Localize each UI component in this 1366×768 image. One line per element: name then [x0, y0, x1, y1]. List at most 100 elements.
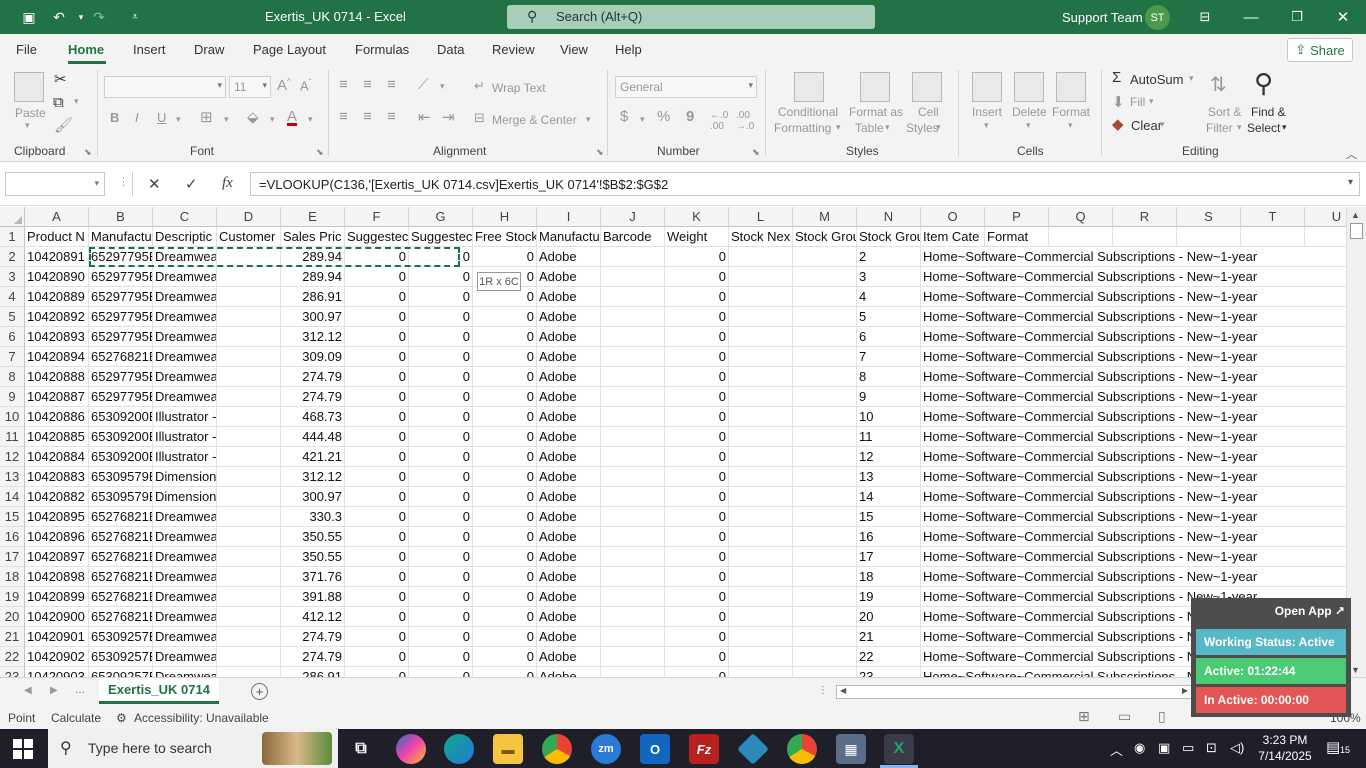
- table-cell[interactable]: 10420887: [25, 387, 89, 407]
- table-cell[interactable]: 0: [409, 247, 473, 267]
- empty-cell[interactable]: [1241, 227, 1305, 247]
- empty-cell[interactable]: [217, 487, 281, 507]
- empty-cell[interactable]: [793, 327, 857, 347]
- table-cell[interactable]: 0: [345, 287, 409, 307]
- table-cell[interactable]: Dreamweaver Ent 12: [153, 567, 217, 587]
- insert-cells-icon[interactable]: [972, 72, 1002, 102]
- table-cell[interactable]: Home~Software~Commercial Subscriptions -…: [921, 287, 1257, 307]
- table-cell[interactable]: 10420896: [25, 527, 89, 547]
- scroll-left-icon[interactable]: ◀: [840, 686, 846, 695]
- sort-filter-label-1[interactable]: Sort &: [1208, 105, 1241, 119]
- table-cell[interactable]: 371.76: [281, 567, 345, 587]
- table-cell[interactable]: 0: [473, 467, 537, 487]
- sheet-options-icon[interactable]: …: [75, 685, 85, 696]
- paste-label[interactable]: Paste: [15, 106, 46, 120]
- number-format-box[interactable]: General ▾: [615, 76, 757, 98]
- sort-filter-label-2[interactable]: Filter: [1206, 121, 1233, 135]
- table-cell[interactable]: 65297795E: [89, 307, 153, 327]
- table-cell[interactable]: 0: [473, 387, 537, 407]
- header-cell[interactable]: Stock Grou: [793, 227, 857, 247]
- empty-cell[interactable]: [1305, 367, 1346, 387]
- table-cell[interactable]: 0: [345, 567, 409, 587]
- table-cell[interactable]: 0: [409, 487, 473, 507]
- table-cell[interactable]: Dreamweaver Ent 12: [153, 607, 217, 627]
- autosave-icon[interactable]: ▣: [18, 6, 40, 28]
- table-cell[interactable]: Illustrator - Pro Ent 1: [153, 447, 217, 467]
- table-cell[interactable]: Adobe: [537, 647, 601, 667]
- table-cell[interactable]: 312.12: [281, 327, 345, 347]
- file-explorer-icon[interactable]: ▬: [493, 734, 523, 764]
- table-cell[interactable]: 23: [857, 667, 921, 677]
- excel-icon[interactable]: X: [884, 734, 914, 764]
- empty-cell[interactable]: [1305, 547, 1346, 567]
- header-cell[interactable]: Suggestec: [345, 227, 409, 247]
- copy-icon[interactable]: ⧉: [53, 94, 64, 111]
- table-cell[interactable]: 0: [665, 267, 729, 287]
- fill-color-dropdown-icon[interactable]: ▾: [270, 114, 275, 125]
- empty-cell[interactable]: [729, 647, 793, 667]
- empty-cell[interactable]: [729, 427, 793, 447]
- normal-view-icon[interactable]: ⊞: [1078, 708, 1090, 725]
- split-handle-icon[interactable]: ⋮: [818, 685, 828, 696]
- table-cell[interactable]: Adobe: [537, 567, 601, 587]
- table-cell[interactable]: 300.97: [281, 307, 345, 327]
- table-cell[interactable]: 0: [665, 627, 729, 647]
- table-cell[interactable]: 0: [665, 647, 729, 667]
- table-cell[interactable]: 18: [857, 567, 921, 587]
- table-cell[interactable]: 274.79: [281, 647, 345, 667]
- empty-cell[interactable]: [729, 287, 793, 307]
- empty-cell[interactable]: [217, 567, 281, 587]
- previous-sheet-icon[interactable]: ◀: [24, 685, 32, 696]
- table-cell[interactable]: 10420888: [25, 367, 89, 387]
- table-cell[interactable]: 274.79: [281, 627, 345, 647]
- alignment-launcher-icon[interactable]: ⬊: [596, 147, 604, 158]
- format-as-table-label-1[interactable]: Format as: [849, 105, 903, 119]
- table-cell[interactable]: Dreamweaver Ent 12: [153, 347, 217, 367]
- table-cell[interactable]: 10420895: [25, 507, 89, 527]
- table-cell[interactable]: 22: [857, 647, 921, 667]
- header-cell[interactable]: Weight: [665, 227, 729, 247]
- chrome-profile-icon[interactable]: [787, 734, 817, 764]
- format-as-table-label-2[interactable]: Table: [855, 121, 884, 135]
- empty-cell[interactable]: [217, 447, 281, 467]
- empty-cell[interactable]: [601, 267, 665, 287]
- empty-cell[interactable]: [729, 447, 793, 467]
- table-cell[interactable]: 65309200E: [89, 427, 153, 447]
- font-color-icon[interactable]: A: [287, 108, 297, 125]
- row-header[interactable]: 13: [0, 467, 25, 487]
- table-cell[interactable]: Dreamweaver - Pro t: [153, 647, 217, 667]
- empty-cell[interactable]: [793, 307, 857, 327]
- empty-cell[interactable]: [1305, 287, 1346, 307]
- table-cell[interactable]: 0: [409, 507, 473, 527]
- header-cell[interactable]: Sales Pric: [281, 227, 345, 247]
- table-cell[interactable]: 65276821E: [89, 547, 153, 567]
- redo-icon[interactable]: ↷: [88, 6, 110, 28]
- table-cell[interactable]: 0: [409, 327, 473, 347]
- row-header[interactable]: 22: [0, 647, 25, 667]
- table-cell[interactable]: Home~Software~Commercial Subscriptions -…: [921, 507, 1257, 527]
- table-cell[interactable]: 10420886: [25, 407, 89, 427]
- ribbon-display-icon[interactable]: ⊟: [1182, 0, 1228, 34]
- collapse-ribbon-icon[interactable]: ︿: [1346, 146, 1357, 162]
- empty-cell[interactable]: [793, 607, 857, 627]
- tab-file[interactable]: File: [16, 42, 37, 57]
- table-cell[interactable]: 0: [665, 307, 729, 327]
- table-cell[interactable]: 8: [857, 367, 921, 387]
- formula-input[interactable]: =VLOOKUP(C136,'[Exertis_UK 0714.csv]Exer…: [250, 172, 1360, 196]
- table-cell[interactable]: Home~Software~Commercial Subscriptions -…: [921, 567, 1257, 587]
- table-cell[interactable]: 10420890: [25, 267, 89, 287]
- empty-cell[interactable]: [729, 327, 793, 347]
- empty-cell[interactable]: [217, 527, 281, 547]
- delete-cells-label[interactable]: Delete: [1012, 105, 1047, 119]
- find-select-icon[interactable]: ⚲: [1254, 68, 1273, 99]
- table-cell[interactable]: 0: [409, 447, 473, 467]
- table-cell[interactable]: 10420882: [25, 487, 89, 507]
- underline-dropdown-icon[interactable]: ▾: [176, 114, 181, 125]
- empty-cell[interactable]: [217, 427, 281, 447]
- column-header[interactable]: B: [89, 207, 153, 227]
- empty-cell[interactable]: [729, 527, 793, 547]
- empty-cell[interactable]: [601, 427, 665, 447]
- table-cell[interactable]: 274.79: [281, 387, 345, 407]
- table-cell[interactable]: Adobe: [537, 587, 601, 607]
- table-cell[interactable]: 350.55: [281, 527, 345, 547]
